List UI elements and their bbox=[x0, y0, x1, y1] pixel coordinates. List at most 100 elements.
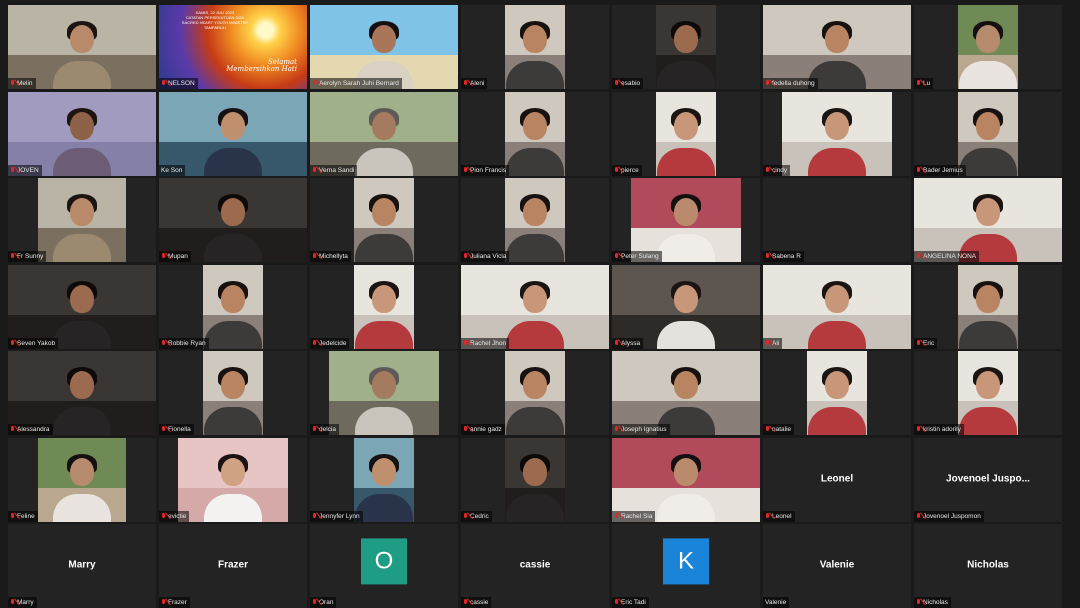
participant-tile-marry[interactable]: Marry Marry bbox=[8, 524, 156, 608]
participant-name: fedella duhong bbox=[772, 80, 815, 87]
participant-tile-robbie-ryan[interactable]: Robbie Ryan bbox=[159, 264, 307, 349]
name-tag: pierce bbox=[612, 164, 642, 176]
video-feed bbox=[612, 351, 760, 435]
participant-tile-pierce[interactable]: pierce bbox=[612, 91, 760, 176]
participant-tile-jedelcide[interactable]: Jedelcide bbox=[310, 264, 458, 349]
participant-tile-delcia[interactable]: delcia bbox=[310, 351, 458, 435]
participant-tile-verna-sandi[interactable]: Verna Sandi bbox=[310, 91, 458, 176]
participant-figure bbox=[354, 365, 414, 435]
video-feed bbox=[631, 178, 741, 262]
participant-tile-angelina-nona[interactable]: ANGELINA NONA bbox=[914, 178, 1062, 262]
participant-tile-melin[interactable]: Melin bbox=[8, 5, 156, 89]
participant-tile-feline[interactable]: Feline bbox=[8, 437, 156, 522]
participant-tile-fedella-duhong[interactable]: fedella duhong bbox=[763, 5, 911, 89]
participant-name: Marry bbox=[17, 599, 34, 606]
participant-tile-leonel[interactable]: Leonel Leonel bbox=[763, 437, 911, 522]
muted-mic-icon bbox=[765, 426, 770, 433]
video-feed bbox=[354, 437, 414, 522]
name-tag: Pion Francis bbox=[461, 164, 510, 176]
participant-tile-esabio[interactable]: esabio bbox=[612, 5, 760, 89]
participant-tile-ali[interactable]: Ali bbox=[763, 264, 911, 349]
participant-name: Robbie Ryan bbox=[168, 339, 206, 347]
participant-tile-ke-son[interactable]: Ke Son bbox=[159, 91, 307, 176]
participant-figure bbox=[203, 279, 263, 349]
participant-name: Juliana Vicla bbox=[470, 253, 507, 260]
muted-mic-icon bbox=[463, 339, 468, 347]
participant-figure bbox=[354, 106, 414, 176]
muted-mic-icon bbox=[614, 253, 619, 260]
participant-tile-oran[interactable]: O Oran bbox=[310, 524, 458, 608]
video-feed bbox=[656, 91, 716, 176]
muted-mic-icon bbox=[765, 80, 770, 87]
video-feed bbox=[461, 264, 609, 349]
participant-tile-jovenoel-juspomon[interactable]: Jovenoel Juspo... Jovenoel Juspomon bbox=[914, 437, 1062, 522]
participant-tile-aerolyn-sarah-juhi-bernard[interactable]: Aerolyn Sarah Juhi Bernard bbox=[310, 5, 458, 89]
name-tag: Ke Son bbox=[159, 164, 186, 176]
video-feed bbox=[656, 5, 716, 89]
participant-tile-cassie[interactable]: cassie cassie bbox=[461, 524, 609, 608]
participant-tile-joseph-ignatius[interactable]: Joseph Ignatius bbox=[612, 351, 760, 435]
name-tag: Seven Yakob bbox=[8, 337, 59, 349]
participant-tile-pion-francis[interactable]: Pion Francis bbox=[461, 91, 609, 176]
participant-tile-natalie[interactable]: natalie bbox=[763, 351, 911, 435]
participant-name: natalie bbox=[772, 426, 792, 433]
muted-mic-icon bbox=[161, 339, 166, 347]
participant-tile-fr-sunny[interactable]: Fr Sunny bbox=[8, 178, 156, 262]
participant-tile-kristin-adorily[interactable]: kristin adorily bbox=[914, 351, 1062, 435]
participant-name: ANGELINA NONA bbox=[923, 253, 977, 260]
video-feed bbox=[505, 351, 565, 435]
participant-tile-lu[interactable]: Lu bbox=[914, 5, 1062, 89]
participant-name: evictie bbox=[168, 512, 187, 520]
participant-figure bbox=[958, 106, 1018, 176]
name-tag: cindy bbox=[763, 164, 791, 176]
participant-tile-fionella[interactable]: Fionella bbox=[159, 351, 307, 435]
name-tag: Bader Jemius bbox=[914, 164, 966, 176]
slide-heading: KAMIS, 22 JULI 2023 CATATAN PERSEKUTUAN D… bbox=[167, 10, 263, 30]
muted-mic-icon bbox=[614, 80, 619, 87]
muted-mic-icon bbox=[10, 599, 15, 606]
participant-tile-alyssa[interactable]: Alyssa bbox=[612, 264, 760, 349]
participant-tile-joven[interactable]: JOVEN bbox=[8, 91, 156, 176]
participant-tile-eric[interactable]: Eric bbox=[914, 264, 1062, 349]
muted-mic-icon bbox=[463, 80, 468, 87]
participant-figure bbox=[958, 365, 1018, 435]
participant-tile-nelson[interactable]: KAMIS, 22 JULI 2023 CATATAN PERSEKUTUAN D… bbox=[159, 5, 307, 89]
name-tag: Alessandra bbox=[8, 424, 53, 435]
participant-figure bbox=[807, 279, 867, 349]
name-tag: Aerolyn Sarah Juhi Bernard bbox=[310, 78, 402, 89]
participant-tile-valenie[interactable]: Valenie Valenie bbox=[763, 524, 911, 608]
participant-tile-alessandra[interactable]: Alessandra bbox=[8, 351, 156, 435]
participant-tile-cedric[interactable]: Cedric bbox=[461, 437, 609, 522]
participant-tile-peter-sulang[interactable]: Peter Sulang bbox=[612, 178, 760, 262]
participant-tile-nicholas[interactable]: Nicholas Nicholas bbox=[914, 524, 1062, 608]
video-feed bbox=[505, 91, 565, 176]
participant-tile-sabena-r[interactable]: Sabena R bbox=[763, 178, 911, 262]
participant-tile-eric-tadi[interactable]: K Eric Tadi bbox=[612, 524, 760, 608]
muted-mic-icon bbox=[312, 253, 317, 260]
participant-figure bbox=[505, 19, 565, 89]
participant-figure bbox=[203, 365, 263, 435]
participant-tile-evictie[interactable]: evictie bbox=[159, 437, 307, 522]
participant-tile-michellyta[interactable]: Michellyta bbox=[310, 178, 458, 262]
muted-mic-icon bbox=[312, 599, 317, 606]
participant-tile-frazer[interactable]: Frazer Frazer bbox=[159, 524, 307, 608]
participant-tile-jennyfer-lynn[interactable]: Jennyfer Lynn bbox=[310, 437, 458, 522]
participant-tile-annie-gadz[interactable]: annie gadz bbox=[461, 351, 609, 435]
video-feed bbox=[763, 264, 911, 349]
participant-tile-mupan[interactable]: Mupan bbox=[159, 178, 307, 262]
participant-name: Valenie bbox=[765, 599, 787, 606]
participant-figure bbox=[203, 106, 263, 176]
participant-tile-bader-jemius[interactable]: Bader Jemius bbox=[914, 91, 1062, 176]
muted-mic-icon bbox=[312, 80, 317, 87]
participant-tile-juliana-vicla[interactable]: Juliana Vicla bbox=[461, 178, 609, 262]
participant-tile-rachel-sia[interactable]: Rachel Sia bbox=[612, 437, 760, 522]
participant-tile-cindy[interactable]: cindy bbox=[763, 91, 911, 176]
participant-tile-seven-yakob[interactable]: Seven Yakob bbox=[8, 264, 156, 349]
participant-tile-rachel-jhon[interactable]: Rachel Jhon bbox=[461, 264, 609, 349]
participant-name: cassie bbox=[470, 599, 489, 606]
muted-mic-icon bbox=[916, 253, 921, 260]
participant-figure bbox=[52, 19, 112, 89]
name-tag: Verna Sandi bbox=[310, 164, 358, 176]
participant-figure bbox=[505, 192, 565, 262]
participant-tile-aleni[interactable]: Aleni bbox=[461, 5, 609, 89]
